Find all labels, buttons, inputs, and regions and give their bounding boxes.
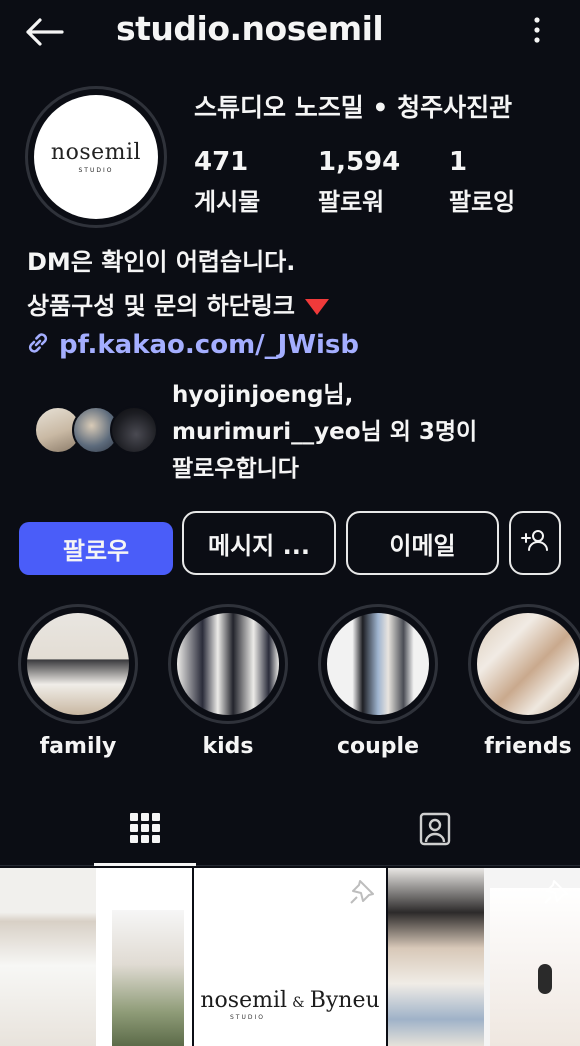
highlight-family-ring xyxy=(18,604,138,724)
avatar-sub-text: STUDIO xyxy=(78,167,114,174)
bio-link-text[interactable]: pf.kakao.com/_JWisb xyxy=(59,330,359,360)
post-photo-left xyxy=(0,868,96,1046)
stat-followers-label: 팔로워 xyxy=(318,188,385,216)
highlight-kids-label: kids xyxy=(202,734,254,759)
profile-tabs xyxy=(0,796,580,866)
bio-line-2-text: 상품구성 및 문의 하단링크 xyxy=(27,292,295,320)
highlight-friends-label: friends xyxy=(484,734,572,759)
highlight-couple-ring xyxy=(318,604,438,724)
highlight-family-label: family xyxy=(39,734,117,759)
stat-followers-value: 1,594 xyxy=(318,147,401,177)
post-tile[interactable] xyxy=(388,868,580,1046)
avatar-brand-text: nosemil xyxy=(50,140,142,165)
highlight-friends-ring xyxy=(468,604,580,724)
followed-by-line-2: murimuri__yeo님 외 3명이 xyxy=(172,419,478,445)
followed-by-line-3: 팔로우합니다 xyxy=(172,456,299,482)
post-photo-left xyxy=(388,868,484,1046)
add-person-icon xyxy=(520,528,550,558)
highlight-couple-image xyxy=(327,613,429,715)
post-tile[interactable] xyxy=(0,868,192,1046)
stat-following-label: 팔로잉 xyxy=(449,188,516,216)
stat-posts[interactable]: 471 게시물 xyxy=(194,146,260,218)
tab-tagged[interactable] xyxy=(384,796,486,866)
followed-by-line-1: hyojinjoeng님, xyxy=(172,382,354,408)
post-brand-right: Byneu xyxy=(309,988,380,1013)
post-tile[interactable]: nosemil & Byneu STUDIO xyxy=(194,868,386,1046)
avatar-logo: nosemil STUDIO xyxy=(34,95,158,219)
message-button[interactable]: 메시지 ... xyxy=(182,511,336,575)
highlight-kids-ring xyxy=(168,604,288,724)
follow-button[interactable]: 팔로우 xyxy=(19,522,173,575)
highlight-friends[interactable]: friends xyxy=(468,604,580,759)
stat-following-value: 1 xyxy=(449,147,468,177)
highlight-family[interactable]: family xyxy=(18,604,138,759)
post-grid: nosemil & Byneu STUDIO xyxy=(0,868,580,1046)
red-down-triangle-icon xyxy=(305,299,330,315)
tab-posts-grid[interactable] xyxy=(94,796,196,866)
post-brand-left: nosemil xyxy=(200,988,288,1013)
grid-icon xyxy=(129,812,161,848)
highlight-friends-image xyxy=(477,613,579,715)
profile-username: studio.nosemil xyxy=(116,9,384,48)
stat-followers[interactable]: 1,594 팔로워 xyxy=(318,146,400,218)
top-bar: studio.nosemil xyxy=(0,0,580,62)
arrow-left-icon[interactable] xyxy=(22,12,66,52)
highlight-couple-label: couple xyxy=(336,734,420,759)
bio-line-1: DM은 확인이 어렵습니다. xyxy=(27,248,296,276)
stat-posts-value: 471 xyxy=(194,147,249,177)
highlight-kids-image xyxy=(177,613,279,715)
post-brand-amp: & xyxy=(292,995,305,1011)
pin-icon xyxy=(348,878,376,910)
post-photo-figure xyxy=(538,964,552,994)
bio-line-2: 상품구성 및 문의 하단링크 xyxy=(27,286,330,321)
followed-by-text[interactable]: hyojinjoeng님, murimuri__yeo님 외 3명이 팔로우합니… xyxy=(172,377,477,488)
highlight-kids[interactable]: kids xyxy=(168,604,288,759)
post-photo-right xyxy=(490,888,580,1046)
display-name: 스튜디오 노즈밀 • 청주사진관 xyxy=(194,93,513,122)
stat-posts-label: 게시물 xyxy=(194,188,261,216)
post-photo-right xyxy=(112,910,184,1046)
pin-icon xyxy=(542,878,570,910)
tagged-person-icon xyxy=(417,811,453,851)
post-brand-lockup: nosemil & Byneu xyxy=(194,988,386,1013)
profile-avatar[interactable]: nosemil STUDIO xyxy=(25,86,167,228)
suggested-accounts-button[interactable] xyxy=(509,511,561,575)
mutual-avatar-3 xyxy=(110,406,158,454)
highlight-family-image xyxy=(27,613,129,715)
link-icon xyxy=(25,330,51,360)
email-button[interactable]: 이메일 xyxy=(346,511,499,575)
bio-link[interactable]: pf.kakao.com/_JWisb xyxy=(25,330,359,360)
vertical-ellipsis-icon[interactable] xyxy=(532,14,542,46)
stat-following[interactable]: 1 팔로잉 xyxy=(449,146,515,218)
pin-icon xyxy=(154,878,182,910)
post-brand-sub: STUDIO xyxy=(230,1014,265,1021)
highlight-couple[interactable]: couple xyxy=(318,604,438,759)
